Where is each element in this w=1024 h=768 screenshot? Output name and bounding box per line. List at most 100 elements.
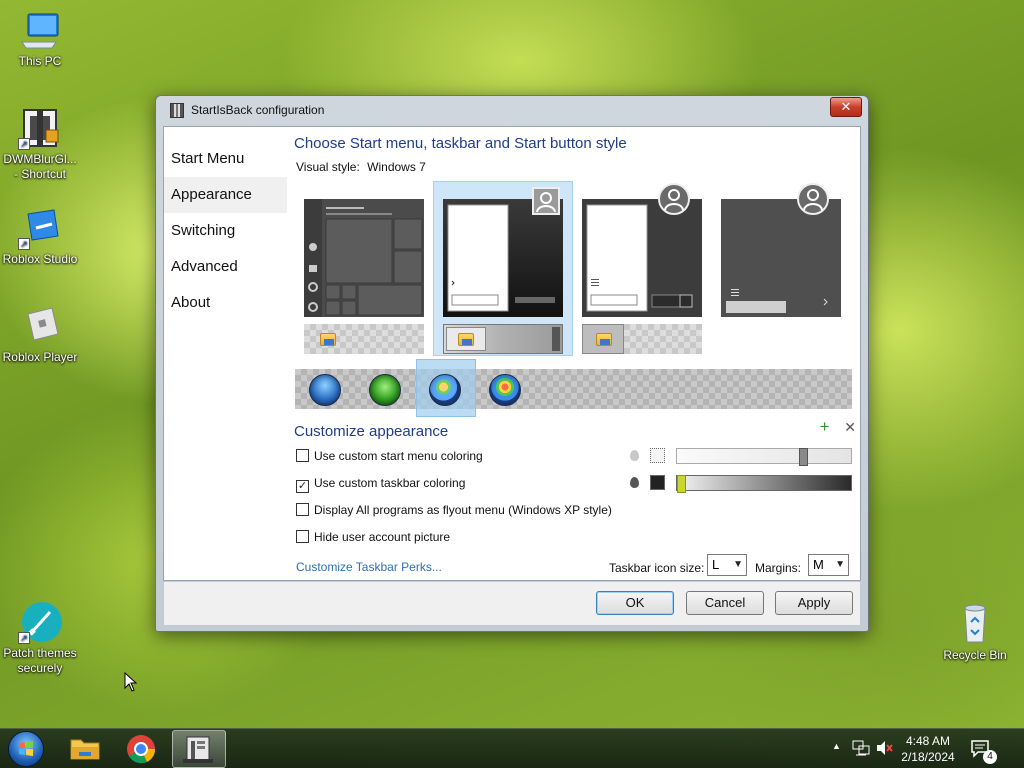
taskbar-chrome[interactable] xyxy=(114,730,168,768)
sidebar-item-appearance[interactable]: Appearance xyxy=(164,177,287,213)
close-button[interactable]: ✕ xyxy=(830,97,862,117)
recycle-bin-icon xyxy=(953,602,997,646)
folder-icon xyxy=(320,333,336,346)
desktop-icon-label: Roblox Studio xyxy=(2,252,78,266)
option-label: Hide user account picture xyxy=(314,530,451,544)
shortcut-arrow-icon: ↗ xyxy=(18,238,30,250)
sidebar-item-start-menu[interactable]: Start Menu xyxy=(164,141,287,177)
transparency-drop-icon xyxy=(630,450,639,461)
margins-select[interactable]: M ▼ xyxy=(808,554,849,576)
customize-taskbar-perks-link[interactable]: Customize Taskbar Perks... xyxy=(296,560,442,574)
clock-date: 2/18/2024 xyxy=(901,750,955,764)
slider-thumb[interactable] xyxy=(799,448,808,466)
appearance-panel: Choose Start menu, taskbar and Start but… xyxy=(294,127,860,580)
brush-icon: ↗ xyxy=(18,600,62,644)
desktop-icon-label: DWMBlurGl... - Shortcut xyxy=(3,152,77,181)
mouse-cursor-icon xyxy=(124,672,138,692)
taskbar-color-swatch[interactable] xyxy=(650,475,665,490)
start-orb-windows7-icon[interactable] xyxy=(429,374,461,406)
windows-logo-icon xyxy=(19,741,33,756)
chrome-icon xyxy=(127,735,156,764)
checkbox-custom-taskbar-coloring[interactable]: ✓ xyxy=(296,480,309,493)
computer-icon xyxy=(18,8,62,52)
start-menu-color-swatch[interactable] xyxy=(650,448,665,463)
taskbar-clock[interactable]: 4:48 AM 2/18/2024 xyxy=(896,733,960,765)
option-label: Display All programs as flyout menu (Win… xyxy=(314,503,612,517)
sidebar: Start Menu Appearance Switching Advanced… xyxy=(164,127,287,580)
option-custom-taskbar-coloring[interactable]: ✓ Use custom taskbar coloring xyxy=(296,476,466,493)
visual-style-label: Visual style: xyxy=(296,160,360,174)
margins-label: Margins: xyxy=(755,561,802,575)
taskbar-startisback[interactable] xyxy=(172,730,226,768)
window-client-area: Start Menu Appearance Switching Advanced… xyxy=(163,126,861,581)
option-label: Use custom taskbar coloring xyxy=(314,476,466,490)
cancel-button[interactable]: Cancel xyxy=(686,591,764,615)
add-icon[interactable]: + xyxy=(820,417,830,436)
roblox-studio-icon: ↗ xyxy=(18,206,62,250)
start-menu-style-preview-4[interactable] xyxy=(721,183,841,317)
select-value: L xyxy=(712,557,720,572)
startisback-app-icon xyxy=(183,736,213,763)
option-hide-account-picture[interactable]: Hide user account picture xyxy=(296,530,450,546)
user-avatar-icon xyxy=(797,183,829,215)
ok-button[interactable]: OK xyxy=(596,591,674,615)
visual-style-row: Visual style: Windows 7 xyxy=(296,160,426,174)
dialog-footer: OK Cancel Apply xyxy=(163,582,861,626)
slider-thumb[interactable] xyxy=(677,475,686,493)
start-orb-windows-flag-icon[interactable] xyxy=(489,374,521,406)
desktop-icon-label: Patch themes securely xyxy=(3,646,77,675)
taskbar-style-preview-3[interactable] xyxy=(582,324,702,354)
window-title: StartIsBack configuration xyxy=(191,103,325,117)
sidebar-item-advanced[interactable]: Advanced xyxy=(164,249,287,285)
desktop-icon-roblox-studio[interactable]: ↗ Roblox Studio xyxy=(0,206,80,267)
taskbar-opacity-slider[interactable] xyxy=(676,475,852,493)
show-hidden-icons-button[interactable]: ▲ xyxy=(832,741,841,768)
roblox-player-icon xyxy=(18,304,62,348)
title-bar[interactable]: StartIsBack configuration ✕ xyxy=(156,96,868,124)
sidebar-item-switching[interactable]: Switching xyxy=(164,213,287,249)
desktop-icon-patch-themes[interactable]: ↗ Patch themes securely xyxy=(0,600,80,676)
start-menu-style-preview-1[interactable] xyxy=(304,199,424,317)
desktop-icon-recycle-bin[interactable]: Recycle Bin xyxy=(935,602,1015,663)
startisback-config-window: StartIsBack configuration ✕ Start Menu A… xyxy=(155,95,869,632)
application-icon: ↗ xyxy=(18,106,62,150)
apply-button[interactable]: Apply xyxy=(775,591,853,615)
desktop-icon-label: This PC xyxy=(18,54,62,68)
start-menu-opacity-slider[interactable] xyxy=(676,448,852,466)
customize-tools: + ✕ xyxy=(810,417,856,437)
remove-icon[interactable]: ✕ xyxy=(844,419,856,435)
transparency-drop-icon xyxy=(630,477,639,488)
page-title: Choose Start menu, taskbar and Start but… xyxy=(294,135,627,152)
folder-icon xyxy=(458,333,474,346)
start-menu-style-preview-3[interactable] xyxy=(582,183,702,317)
network-icon[interactable] xyxy=(852,739,870,768)
start-button[interactable] xyxy=(8,731,44,767)
taskbar-file-explorer[interactable] xyxy=(58,730,112,768)
start-orb-clover-icon[interactable] xyxy=(369,374,401,406)
taskbar-style-preview-1[interactable] xyxy=(304,324,424,354)
sidebar-item-about[interactable]: About xyxy=(164,285,287,321)
start-menu-style-preview-2[interactable] xyxy=(443,187,563,317)
clock-time: 4:48 AM xyxy=(905,734,951,748)
option-flyout-all-programs[interactable]: Display All programs as flyout menu (Win… xyxy=(296,503,612,519)
desktop-icon-this-pc[interactable]: This PC xyxy=(0,8,80,69)
start-orb-vista-icon[interactable] xyxy=(309,374,341,406)
desktop-icon-dwmblurglass[interactable]: ↗ DWMBlurGl... - Shortcut xyxy=(0,106,80,182)
user-avatar-icon xyxy=(658,183,690,215)
checkbox-flyout-all-programs[interactable] xyxy=(296,503,309,516)
chevron-down-icon: ▼ xyxy=(733,559,743,570)
visual-style-value: Windows 7 xyxy=(367,160,426,174)
taskbar-style-preview-2[interactable] xyxy=(443,324,563,354)
checkbox-hide-account-picture[interactable] xyxy=(296,530,309,543)
volume-muted-icon[interactable] xyxy=(875,740,893,768)
chevron-down-icon: ▼ xyxy=(835,559,845,570)
desktop-icon-label: Recycle Bin xyxy=(943,648,1007,662)
folder-icon xyxy=(596,333,612,346)
checkbox-custom-start-menu-coloring[interactable] xyxy=(296,449,309,462)
taskbar-icon-size-select[interactable]: L ▼ xyxy=(707,554,747,576)
shortcut-arrow-icon: ↗ xyxy=(18,632,30,644)
option-label: Use custom start menu coloring xyxy=(314,449,483,463)
notification-count-badge: 4 xyxy=(983,750,997,764)
desktop-icon-roblox-player[interactable]: Roblox Player xyxy=(0,304,80,365)
option-custom-start-menu-coloring[interactable]: Use custom start menu coloring xyxy=(296,449,483,465)
